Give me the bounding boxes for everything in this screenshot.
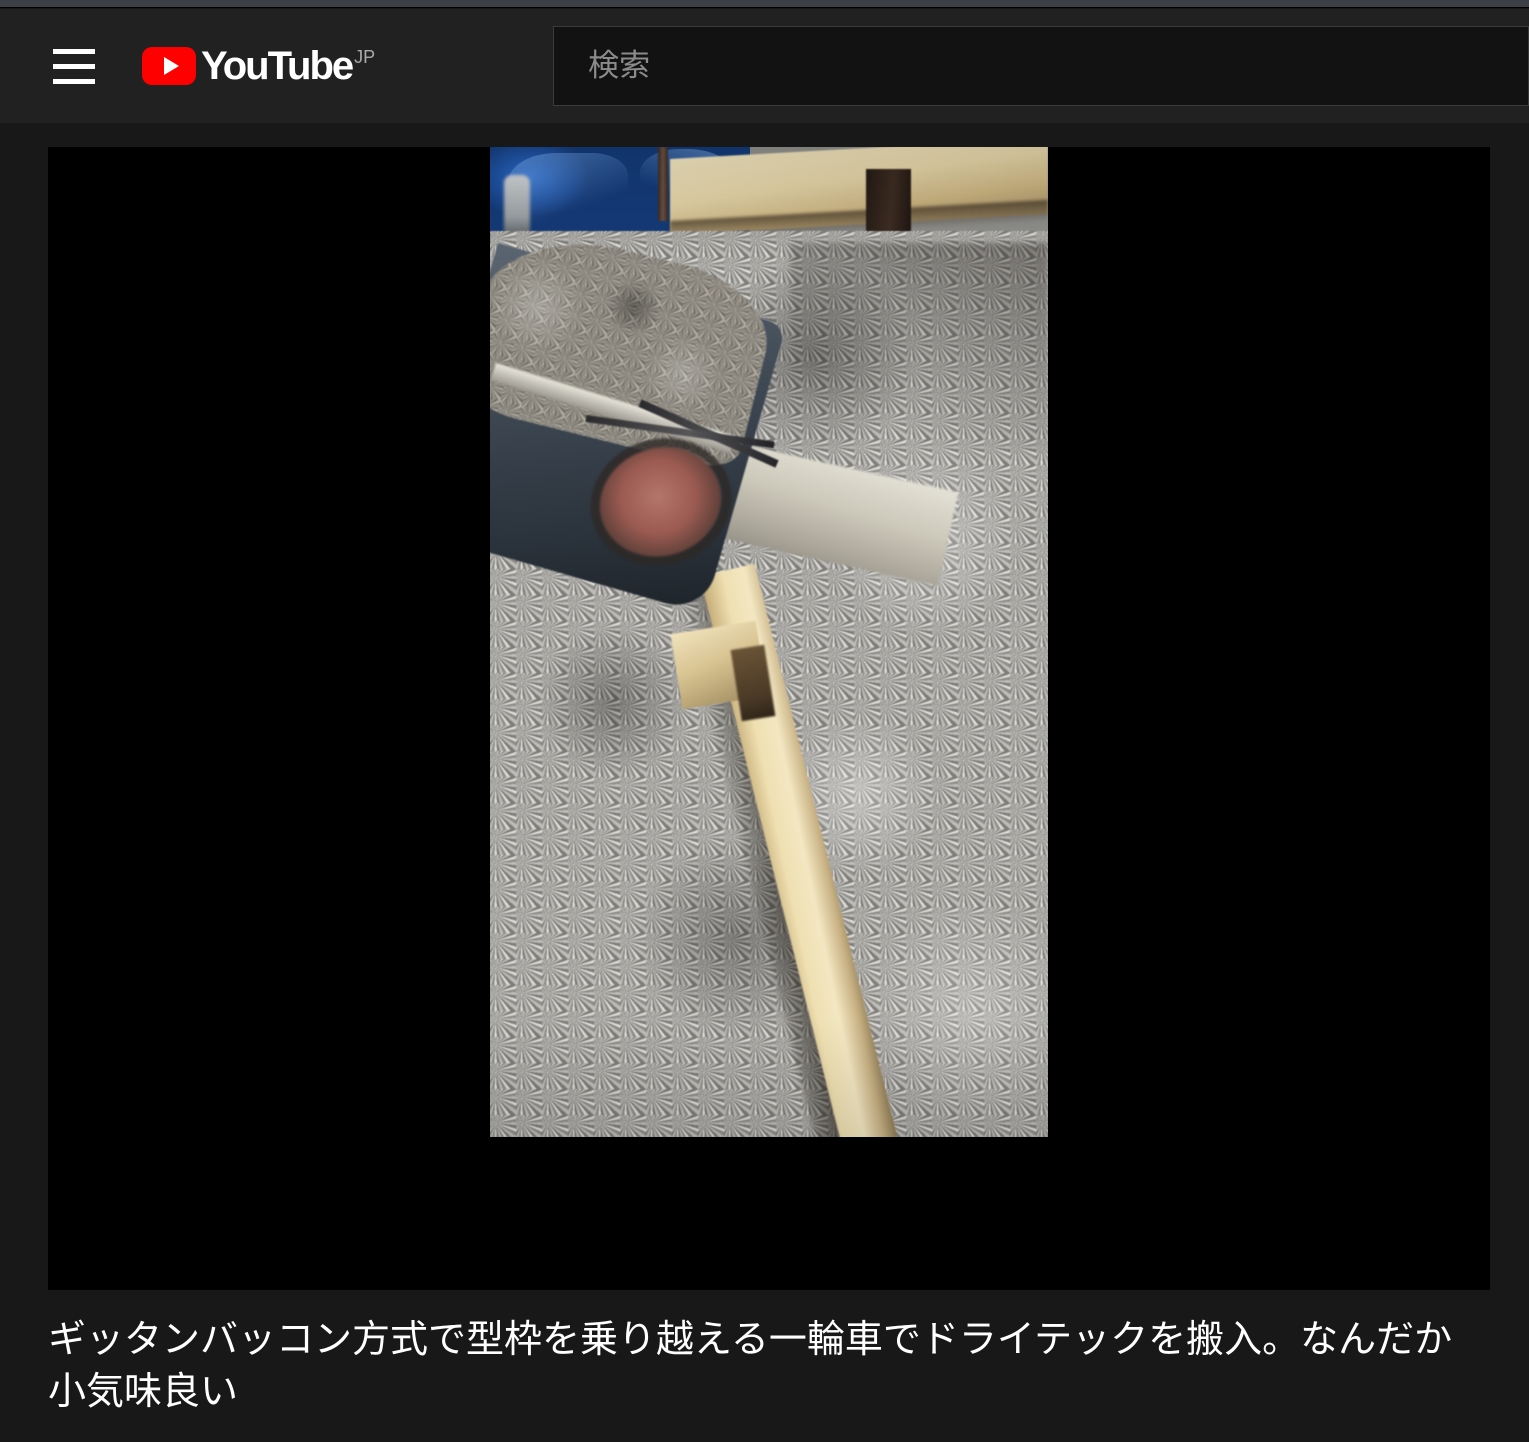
search-container: 検索 [553, 26, 1529, 106]
youtube-masthead: YouTube JP 検索 [0, 9, 1529, 123]
search-input[interactable]: 検索 [553, 26, 1529, 106]
vertical-stake [658, 147, 668, 221]
youtube-wordmark: YouTube [201, 44, 354, 88]
youtube-country-code: JP [354, 47, 376, 67]
guide-menu-button[interactable] [38, 30, 110, 102]
gravel-shadow [790, 243, 1048, 453]
browser-chrome-strip [0, 0, 1529, 8]
youtube-logo[interactable]: YouTube JP [142, 40, 375, 92]
hamburger-icon-bar-middle [53, 63, 95, 69]
hamburger-icon-bar-top [53, 48, 95, 54]
play-triangle-icon [163, 57, 179, 75]
youtube-play-icon [142, 47, 196, 85]
worker-leg [504, 175, 530, 235]
video-title: ギッタンバッコン方式で型枠を乗り越える一輪車でドライテックを搬入。なんだか小気味… [48, 1317, 1453, 1413]
hamburger-icon-bar-bottom [53, 78, 95, 84]
search-placeholder: 検索 [588, 48, 651, 84]
video-surface[interactable] [490, 147, 1048, 1137]
page-body: ギッタンバッコン方式で型枠を乗り越える一輪車でドライテックを搬入。なんだか小気味… [0, 123, 1529, 1442]
video-player[interactable] [48, 147, 1490, 1290]
